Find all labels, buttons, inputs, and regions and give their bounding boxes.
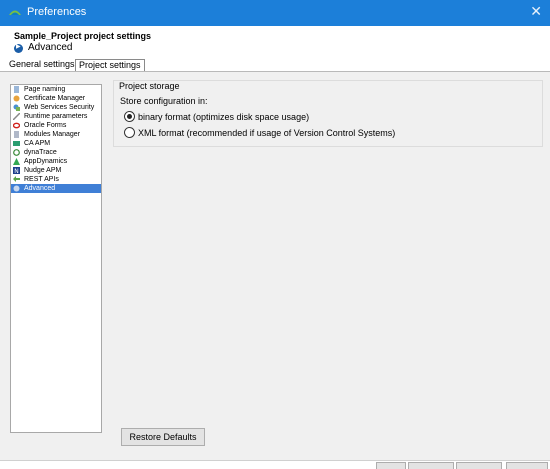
- nav-item-label: Page naming: [24, 86, 66, 93]
- nav-item-label: Certificate Manager: [24, 95, 86, 102]
- nav-item-label: Web Services Security: [24, 104, 95, 111]
- nav-item-label: REST APIs: [24, 176, 59, 183]
- radio-button-checked[interactable]: [124, 111, 135, 123]
- nav-item-label: Nudge APM: [24, 167, 62, 174]
- dialog-header: Sample_Project project settings Advanced: [0, 26, 550, 56]
- nav-item-runtime-parameters[interactable]: Runtime parameters: [11, 112, 101, 121]
- radio-label: XML format (recommended if usage of Vers…: [138, 127, 396, 138]
- radio-button[interactable]: [124, 127, 135, 139]
- dynatrace-icon: [13, 149, 20, 156]
- radio-xml-format[interactable]: XML format (recommended if usage of Vers…: [124, 127, 396, 139]
- nav-item-label: CA APM: [24, 140, 51, 147]
- runtime-icon: [13, 113, 20, 120]
- nav-item-modules-manager[interactable]: Modules Manager: [11, 130, 101, 139]
- page-icon: [14, 86, 19, 93]
- footer-button[interactable]: [456, 462, 502, 469]
- settings-panel: Page naming Certificate Manager Web Serv…: [0, 72, 550, 460]
- nav-item-label: Modules Manager: [24, 131, 81, 138]
- footer-divider: [0, 460, 550, 461]
- project-storage-group: Project storage Store configuration in: …: [113, 80, 543, 147]
- nav-item-nudge-apm[interactable]: N Nudge APM: [11, 166, 101, 175]
- oracle-icon: [13, 122, 20, 129]
- nav-item-label: Runtime parameters: [24, 113, 88, 120]
- nav-item-oracle-forms[interactable]: Oracle Forms: [11, 121, 101, 130]
- title-bar: Preferences ✕: [0, 0, 550, 26]
- restore-defaults-button[interactable]: Restore Defaults: [121, 428, 205, 446]
- tab-project-settings[interactable]: Project settings: [75, 59, 145, 71]
- modules-icon: [14, 131, 19, 138]
- nav-item-advanced[interactable]: Advanced: [11, 184, 101, 193]
- project-title: Sample_Project project settings: [14, 31, 152, 41]
- store-config-label: Store configuration in:: [120, 96, 208, 106]
- rest-icon: [13, 176, 20, 182]
- nav-item-label: Oracle Forms: [24, 122, 67, 129]
- svg-text:N: N: [14, 168, 18, 174]
- nav-item-appdynamics[interactable]: AppDynamics: [11, 157, 101, 166]
- nav-item-label: dynaTrace: [24, 149, 57, 156]
- appdynamics-icon: [13, 158, 20, 165]
- nav-item-certificate-manager[interactable]: Certificate Manager: [11, 94, 101, 103]
- nudge-icon: N: [13, 167, 20, 174]
- category-list: Page naming Certificate Manager Web Serv…: [10, 84, 102, 433]
- app-logo-icon: [9, 10, 21, 15]
- nav-item-label: AppDynamics: [24, 158, 68, 165]
- header-subtitle: Advanced: [28, 42, 73, 53]
- certificate-icon: [13, 95, 20, 102]
- footer-button[interactable]: [506, 462, 548, 469]
- footer-button[interactable]: [408, 462, 454, 469]
- nav-item-page-naming[interactable]: Page naming: [11, 85, 101, 94]
- nav-item-label: Advanced: [24, 185, 56, 192]
- nav-item-dynatrace[interactable]: dynaTrace: [11, 148, 101, 157]
- web-security-icon: [13, 104, 20, 111]
- footer-button[interactable]: [376, 462, 406, 469]
- settings-tabs: General settings Project settings: [0, 57, 550, 72]
- nav-item-ca-apm[interactable]: CA APM: [11, 139, 101, 148]
- nav-item-rest-apis[interactable]: REST APIs: [11, 175, 101, 184]
- ca-icon: [13, 141, 20, 146]
- group-title: Project storage: [119, 81, 180, 91]
- nav-item-web-services-security[interactable]: Web Services Security: [11, 103, 101, 112]
- radio-label: binary format (optimizes disk space usag…: [138, 111, 310, 122]
- tab-general-settings[interactable]: General settings: [6, 59, 78, 70]
- close-icon[interactable]: ✕: [530, 4, 542, 20]
- advanced-icon: [13, 185, 20, 192]
- radio-binary-format[interactable]: binary format (optimizes disk space usag…: [124, 111, 310, 123]
- window-title: Preferences: [27, 6, 87, 18]
- arrow-circle-icon: [14, 43, 23, 53]
